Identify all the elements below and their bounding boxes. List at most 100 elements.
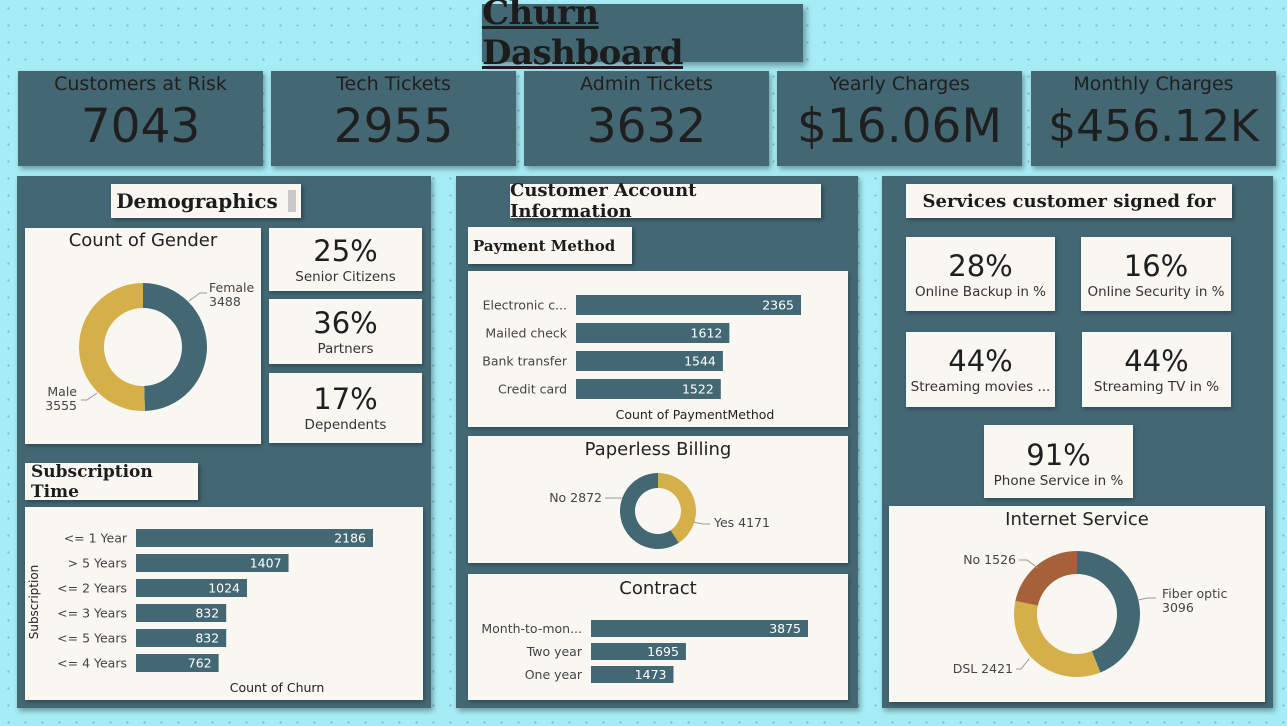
kpi-label: Customers at Risk <box>54 73 227 95</box>
stat-label: Streaming TV in % <box>1093 379 1220 395</box>
demographics-header-label: Demographics <box>116 189 278 213</box>
stat-streaming-movies[interactable]: 44% Streaming movies ... <box>906 332 1055 407</box>
bar-category-label: Two year <box>526 644 583 659</box>
kpi-label: Admin Tickets <box>580 73 713 95</box>
leader-line <box>692 521 710 525</box>
kpi-value: 7043 <box>80 99 201 154</box>
bar-value-label: 762 <box>188 656 212 671</box>
subscription-header-label: Subscription Time <box>31 461 153 502</box>
paperless-chart-title: Paperless Billing <box>585 439 732 460</box>
donut-data-label: Yes 4171 <box>713 515 770 530</box>
kpi-monthly-charges[interactable]: Monthly Charges $456.12K <box>1031 71 1276 166</box>
kpi-customers-at-risk[interactable]: Customers at Risk 7043 <box>18 71 263 166</box>
stat-online-backup[interactable]: 28% Online Backup in % <box>906 237 1055 311</box>
donut-data-label: 3488 <box>209 294 241 309</box>
kpi-label: Yearly Charges <box>829 73 970 95</box>
stat-label: Partners <box>317 341 374 357</box>
contract-chart-title: Contract <box>619 578 696 599</box>
bar-value-label: 1024 <box>208 581 240 596</box>
stat-phone-service[interactable]: 91% Phone Service in % <box>984 425 1133 498</box>
kpi-label: Monthly Charges <box>1073 73 1234 95</box>
stat-value: 25% <box>313 234 378 268</box>
internet-donut-chart: Internet Service Fiber optic3096 DSL 2421… <box>953 509 1227 677</box>
bar-value-label: 1473 <box>635 667 667 682</box>
internet-chart-title: Internet Service <box>1005 509 1149 530</box>
bar-value-label: 2186 <box>334 531 366 546</box>
scroll-indicator <box>287 190 296 212</box>
stat-value: 44% <box>1124 344 1189 378</box>
kpi-tech-tickets[interactable]: Tech Tickets 2955 <box>271 71 516 166</box>
services-header-label: Services customer signed for <box>922 190 1216 212</box>
donut-slice[interactable] <box>79 283 145 411</box>
services-header: Services customer signed for <box>906 184 1232 218</box>
bar-value-label: 1544 <box>684 354 716 369</box>
x-axis-label: Count of PaymentMethod <box>616 407 775 422</box>
subscription-header: Subscription Time <box>25 461 198 502</box>
bar-value-label: 1612 <box>691 326 723 341</box>
leader-line <box>1016 658 1030 670</box>
donut-slice[interactable] <box>1015 551 1077 606</box>
donut-data-label: Male <box>47 384 77 399</box>
bar-value-label: 1407 <box>250 556 282 571</box>
bar-category-label: Mailed check <box>485 326 567 341</box>
stat-streaming-tv[interactable]: 44% Streaming TV in % <box>1082 332 1231 407</box>
donut-slice[interactable] <box>143 283 208 411</box>
kpi-label: Tech Tickets <box>336 73 451 95</box>
stat-label: Streaming movies ... <box>910 379 1051 395</box>
bar-value-label: 832 <box>195 606 219 621</box>
subscription-chart-card[interactable]: <= 1 Year 2186 > 5 Years 1407 <= 2 Years 1024… <box>25 507 423 700</box>
stat-label: Dependents <box>304 417 387 433</box>
donut-data-label: No 1526 <box>963 552 1016 567</box>
bar-category-label: <= 5 Years <box>57 631 127 646</box>
bar-category-label: Month-to-mon... <box>481 621 582 636</box>
contract-chart-card[interactable]: Contract Month-to-mon... 3875 Two year 1695… <box>468 574 848 700</box>
kpi-value: 3632 <box>586 99 707 154</box>
internet-chart-card[interactable]: Internet Service Fiber optic 3096 DSL 2421… <box>889 506 1265 702</box>
gender-chart-title: Count of Gender <box>69 230 218 251</box>
stat-senior-citizens[interactable]: 25% Senior Citizens <box>269 228 422 291</box>
bar-value-label: 2365 <box>762 298 794 313</box>
bar-category-label: > 5 Years <box>68 556 127 571</box>
kpi-yearly-charges[interactable]: Yearly Charges $16.06M <box>777 71 1022 166</box>
dashboard-title: Churn Dashboard <box>482 0 803 73</box>
donut-data-label: No 2872 <box>549 490 602 505</box>
stat-value: 36% <box>313 306 378 340</box>
bar-value-label: 3875 <box>769 621 801 636</box>
stat-value: 91% <box>1026 438 1091 472</box>
stat-online-security[interactable]: 16% Online Security in % <box>1081 237 1231 311</box>
bar-value-label: 1522 <box>682 382 714 397</box>
payment-bar-chart: Electronic c... 2365 Mailed check 1612 Bank … <box>482 295 801 422</box>
bar-category-label: <= 3 Years <box>57 606 127 621</box>
stat-partners[interactable]: 36% Partners <box>269 299 422 364</box>
donut-slice[interactable] <box>1014 600 1101 677</box>
donut-data-label: DSL 2421 <box>953 661 1013 676</box>
bar-category-label: <= 1 Year <box>64 531 128 546</box>
account-header-label: Customer Account Information <box>510 180 697 222</box>
stat-label: Online Backup in % <box>914 284 1047 300</box>
donut-slice[interactable] <box>658 473 696 543</box>
leader-line <box>188 292 207 302</box>
payment-chart-card[interactable]: Electronic c... 2365 Mailed check 1612 Bank … <box>468 271 848 427</box>
paperless-chart-card[interactable]: Paperless Billing No 2872 Yes 4171 <box>468 436 848 563</box>
donut-data-label: Female <box>209 280 255 295</box>
stat-value: 17% <box>313 382 378 416</box>
page-title: Churn Dashboard <box>482 0 684 73</box>
demographics-header: Demographics <box>111 184 301 218</box>
bar-category-label: Bank transfer <box>482 354 568 369</box>
stat-label: Online Security in % <box>1087 284 1225 300</box>
stat-dependents[interactable]: 17% Dependents <box>269 373 422 443</box>
stat-value: 28% <box>948 249 1013 283</box>
leader-line <box>1137 597 1156 601</box>
bar-category-label: Electronic c... <box>483 298 567 313</box>
bar-category-label: One year <box>525 667 583 682</box>
donut-data-label: 3096 <box>1162 600 1194 615</box>
stat-label: Senior Citizens <box>295 269 396 285</box>
kpi-value: $16.06M <box>796 99 1002 154</box>
subscription-bar-chart: <= 1 Year 2186 > 5 Years 1407 <= 2 Years 1024… <box>27 529 373 695</box>
stat-value: 44% <box>948 344 1013 378</box>
stat-label: Phone Service in % <box>993 473 1124 489</box>
contract-bar-chart: Contract Month-to-mon... 3875 Two year 1695… <box>481 578 808 683</box>
bar-category-label: Credit card <box>498 382 567 397</box>
kpi-admin-tickets[interactable]: Admin Tickets 3632 <box>524 71 769 166</box>
gender-chart-card[interactable]: Count of Gender Female 3488 Male 3555 <box>25 228 261 444</box>
